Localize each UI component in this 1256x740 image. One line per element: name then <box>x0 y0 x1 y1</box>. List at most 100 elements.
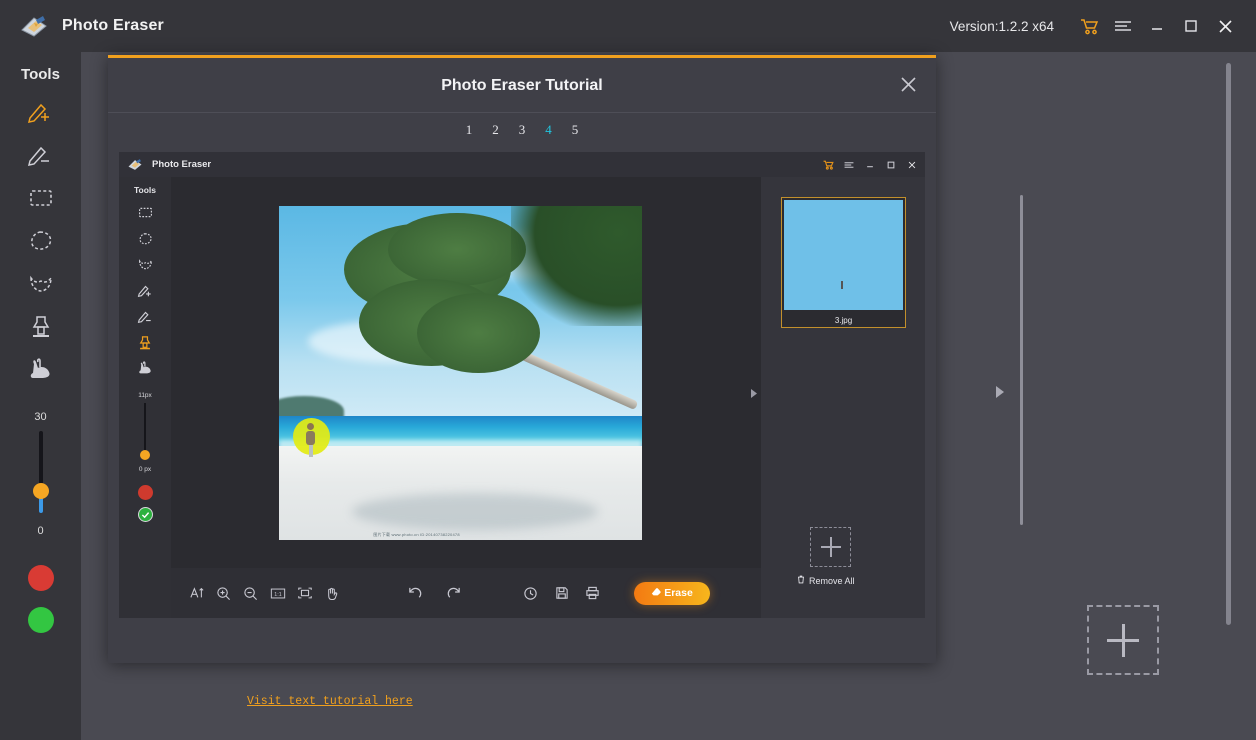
history-clock-icon[interactable] <box>517 580 544 607</box>
inner-slider-knob[interactable] <box>140 450 150 460</box>
thumbnail-image <box>784 200 903 310</box>
inner-slider-min-label: 0 px <box>139 466 151 473</box>
undo-icon[interactable] <box>401 580 428 607</box>
zoom-in-icon[interactable] <box>210 580 237 607</box>
clone-stamp-icon[interactable] <box>134 333 156 352</box>
title-bar-controls: Version:1.2.2 x64 <box>950 9 1256 43</box>
save-icon[interactable] <box>548 580 575 607</box>
tutorial-page-5[interactable]: 5 <box>572 122 579 138</box>
close-icon[interactable] <box>1208 9 1242 43</box>
maximize-icon[interactable] <box>1174 9 1208 43</box>
add-image-plus-icon[interactable] <box>1087 605 1159 675</box>
inner-title-bar-controls <box>821 152 919 177</box>
svg-text:1:1: 1:1 <box>274 592 281 598</box>
inner-tools-rail: Tools <box>119 177 171 618</box>
file-tools-group <box>517 580 606 607</box>
thumb-palm-frond <box>784 231 834 260</box>
tutorial-page-2[interactable]: 2 <box>492 122 499 138</box>
lasso-select-icon[interactable] <box>24 226 58 256</box>
view-tools-group: 1:1 <box>183 580 345 607</box>
tools-rail: Tools <box>0 52 81 740</box>
actual-size-icon[interactable]: 1:1 <box>264 580 291 607</box>
tools-rail-list <box>24 97 58 385</box>
magic-select-icon[interactable] <box>24 269 58 299</box>
rectangle-select-icon[interactable] <box>134 203 156 222</box>
photo-watermark: 图片下载 www.photo.cn ID:20140738220478 <box>373 532 459 538</box>
close-icon[interactable] <box>905 158 919 172</box>
plus-vertical <box>830 537 832 557</box>
shopping-cart-icon[interactable] <box>821 158 835 172</box>
brush-add-icon[interactable] <box>134 281 156 300</box>
inner-canvas-area[interactable]: 图片下载 www.photo.cn ID:20140738220478 <box>171 177 761 618</box>
compare-text-icon[interactable] <box>183 580 210 607</box>
hamburger-menu-icon[interactable] <box>842 158 856 172</box>
tutorial-page-1[interactable]: 1 <box>466 122 473 138</box>
rabbit-quick-icon[interactable] <box>134 359 156 378</box>
thumbnail-item[interactable]: 3.jpg <box>781 197 906 328</box>
person-legs <box>309 445 313 457</box>
version-label: Version:1.2.2 x64 <box>950 19 1054 34</box>
canvas-photo[interactable]: 图片下载 www.photo.cn ID:20140738220478 <box>279 206 642 540</box>
panel-expand-arrow-icon[interactable] <box>994 384 1006 400</box>
application-window: Photo Eraser Version:1.2.2 x64 <box>0 0 1256 740</box>
close-icon[interactable] <box>894 70 922 98</box>
redo-icon[interactable] <box>440 580 467 607</box>
photo-shadow <box>352 493 599 530</box>
tutorial-page-3[interactable]: 3 <box>519 122 526 138</box>
hamburger-menu-icon[interactable] <box>1106 9 1140 43</box>
tutorial-title: Photo Eraser Tutorial <box>108 77 936 95</box>
brush-size-slider[interactable]: 30 0 <box>34 411 46 537</box>
pan-hand-icon[interactable] <box>318 580 345 607</box>
tutorial-dialog: Photo Eraser Tutorial 1 2 3 4 5 <box>108 55 936 663</box>
photo-palm-frond <box>388 213 526 286</box>
remove-all-button[interactable]: Remove All <box>797 575 855 586</box>
tutorial-dialog-header: Photo Eraser Tutorial <box>108 58 936 113</box>
inner-app-title: Photo Eraser <box>152 159 211 170</box>
thumbnail-panel-scrollbar[interactable] <box>1020 195 1023 525</box>
inner-title-bar: Photo Eraser <box>119 152 925 177</box>
maximize-icon[interactable] <box>884 158 898 172</box>
inner-tools-list <box>134 203 156 378</box>
minimize-icon[interactable] <box>863 158 877 172</box>
trash-icon <box>797 575 805 586</box>
green-swatch[interactable] <box>28 607 54 633</box>
inner-tools-title: Tools <box>134 185 156 195</box>
tutorial-screenshot: Photo Eraser <box>119 152 925 618</box>
inner-slider-track[interactable] <box>144 403 146 455</box>
rectangle-select-icon[interactable] <box>24 183 58 213</box>
panel-expand-arrow-icon[interactable] <box>750 386 758 397</box>
brush-add-icon[interactable] <box>24 97 58 127</box>
photo-eraser-logo-icon <box>20 14 48 38</box>
thumb-palm-frond <box>784 200 839 231</box>
minimize-icon[interactable] <box>1140 9 1174 43</box>
vertical-scrollbar[interactable] <box>1226 63 1231 625</box>
red-swatch[interactable] <box>28 565 54 591</box>
rabbit-quick-icon[interactable] <box>24 355 58 385</box>
green-check-swatch[interactable] <box>138 507 153 522</box>
shopping-cart-icon[interactable] <box>1072 9 1106 43</box>
slider-track[interactable] <box>39 431 43 513</box>
history-tools-group <box>401 580 467 607</box>
brush-remove-icon[interactable] <box>24 140 58 170</box>
clone-stamp-icon[interactable] <box>24 312 58 342</box>
erase-button[interactable]: Erase <box>634 582 710 605</box>
print-icon[interactable] <box>579 580 606 607</box>
tutorial-page-4[interactable]: 4 <box>545 122 552 138</box>
red-swatch[interactable] <box>138 485 153 500</box>
magic-select-icon[interactable] <box>134 255 156 274</box>
text-tutorial-link[interactable]: Visit text tutorial here <box>247 695 413 708</box>
title-bar: Photo Eraser Version:1.2.2 x64 <box>0 0 1256 52</box>
lasso-select-icon[interactable] <box>134 229 156 248</box>
person-head <box>307 423 314 430</box>
inner-bottom-toolbar: 1:1 <box>171 568 761 618</box>
tutorial-pagination: 1 2 3 4 5 <box>108 113 936 147</box>
zoom-out-icon[interactable] <box>237 580 264 607</box>
brush-remove-icon[interactable] <box>134 307 156 326</box>
slider-knob[interactable] <box>33 483 49 499</box>
inner-brush-size-slider[interactable]: 11px 0 px <box>138 392 152 473</box>
photo-eraser-logo-icon <box>127 158 143 171</box>
slider-min-label: 0 <box>37 525 43 537</box>
thumb-person <box>841 281 843 289</box>
add-image-plus-icon[interactable] <box>810 527 851 567</box>
fit-screen-icon[interactable] <box>291 580 318 607</box>
